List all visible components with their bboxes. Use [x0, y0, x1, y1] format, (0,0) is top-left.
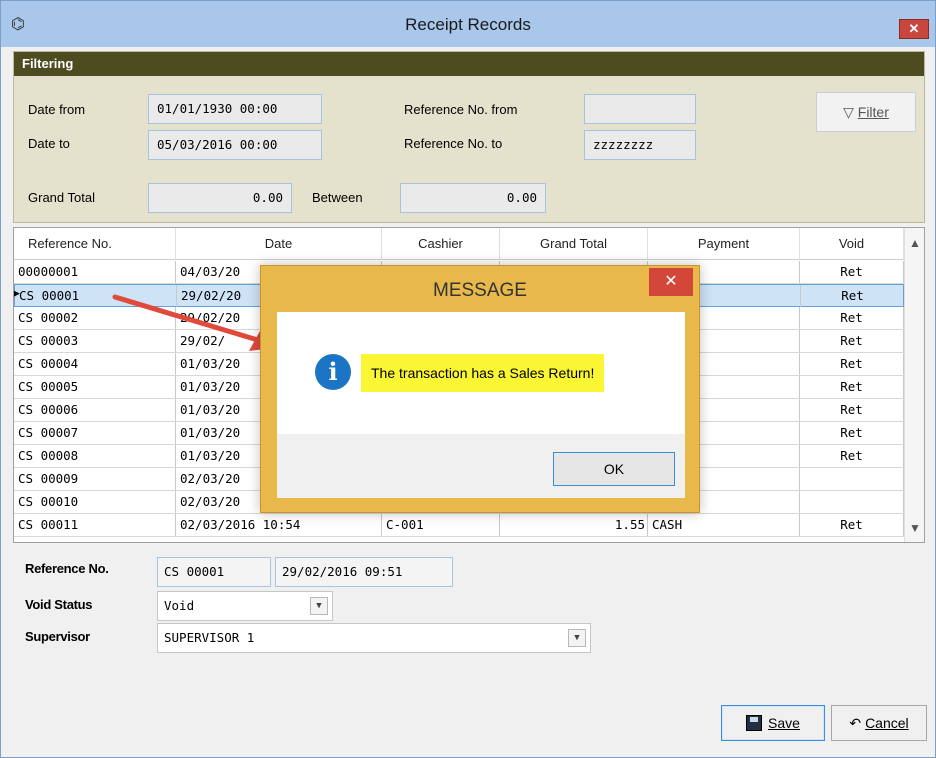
cell-ref: CS 00008 — [14, 445, 176, 467]
grand-total-label: Grand Total — [28, 190, 95, 205]
save-button-label: Save — [768, 715, 800, 731]
cell-ref: 00000001 — [14, 261, 176, 283]
supervisor-select[interactable]: SUPERVISOR 1 ▼ — [157, 623, 591, 653]
filtering-panel: Filtering Date from 01/01/1930 00:00 Dat… — [13, 51, 925, 223]
cell-void: Ret — [800, 261, 904, 283]
cell-void — [800, 468, 904, 490]
cell-void: Ret — [800, 445, 904, 467]
cell-ref: CS 00005 — [14, 376, 176, 398]
dialog-close-button[interactable]: ✕ — [649, 268, 693, 296]
detail-ref-field: CS 00001 — [157, 557, 271, 587]
scroll-up-icon[interactable]: ▲ — [909, 236, 921, 250]
detail-date-field: 29/02/2016 09:51 — [275, 557, 453, 587]
cell-payment: CASH — [648, 514, 800, 536]
ref-to-label: Reference No. to — [404, 136, 503, 151]
between-label: Between — [312, 190, 363, 205]
void-status-value: Void — [164, 598, 195, 613]
cell-void: Ret — [800, 514, 904, 536]
cell-void: Ret — [800, 422, 904, 444]
window-close-button[interactable]: ✕ — [899, 19, 929, 39]
col-reference-no[interactable]: Reference No. — [14, 228, 176, 260]
grid-header: Reference No. Date Cashier Grand Total P… — [14, 228, 904, 260]
chevron-down-icon[interactable]: ▼ — [310, 597, 328, 615]
cell-cashier: C-001 — [382, 514, 500, 536]
cell-ref: CS 00010 — [14, 491, 176, 513]
supervisor-value: SUPERVISOR 1 — [164, 630, 255, 645]
filtering-header: Filtering — [14, 52, 924, 76]
window-title: Receipt Records — [405, 15, 531, 34]
cell-ref: CS 00006 — [14, 399, 176, 421]
message-dialog: MESSAGE ✕ i The transaction has a Sales … — [260, 265, 700, 513]
cell-void: Ret — [801, 285, 905, 307]
chevron-down-icon[interactable]: ▼ — [568, 629, 586, 647]
col-payment[interactable]: Payment — [648, 228, 800, 260]
cell-ref: CS 00011 — [14, 514, 176, 536]
cell-void: Ret — [800, 353, 904, 375]
cell-date: 02/03/2016 10:54 — [176, 514, 382, 536]
dialog-message: The transaction has a Sales Return! — [361, 354, 605, 392]
void-status-select[interactable]: Void ▼ — [157, 591, 333, 621]
detail-ref-label: Reference No. — [25, 561, 109, 576]
date-to-label: Date to — [28, 136, 70, 151]
dialog-footer: OK — [277, 434, 685, 498]
ref-to-input[interactable]: zzzzzzzz — [584, 130, 696, 160]
date-from-input[interactable]: 01/01/1930 00:00 — [148, 94, 322, 124]
cell-void: Ret — [800, 330, 904, 352]
dialog-body: i The transaction has a Sales Return! OK — [277, 312, 685, 498]
between-input[interactable]: 0.00 — [400, 183, 546, 213]
save-button[interactable]: Save — [721, 705, 825, 741]
info-icon: i — [315, 354, 351, 390]
supervisor-label: Supervisor — [25, 629, 90, 644]
col-cashier[interactable]: Cashier — [382, 228, 500, 260]
scroll-down-icon[interactable]: ▼ — [909, 521, 921, 535]
window-titlebar: ⌬ Receipt Records ✕ — [1, 1, 935, 47]
cell-ref: CS 00009 — [14, 468, 176, 490]
date-to-input[interactable]: 05/03/2016 00:00 — [148, 130, 322, 160]
ok-button[interactable]: OK — [553, 452, 675, 486]
filter-button-label: Filter — [857, 104, 889, 120]
cell-ref: CS 00007 — [14, 422, 176, 444]
cancel-button-label: Cancel — [865, 715, 909, 731]
funnel-icon: ▽ — [843, 104, 854, 120]
cell-void — [800, 491, 904, 513]
filter-button[interactable]: ▽ Filter — [816, 92, 916, 132]
void-status-label: Void Status — [25, 597, 93, 612]
grid-scrollbar[interactable]: ▲ ▼ — [904, 228, 924, 542]
col-void[interactable]: Void — [800, 228, 904, 260]
ref-from-input[interactable] — [584, 94, 696, 124]
col-date[interactable]: Date — [176, 228, 382, 260]
floppy-disk-icon — [746, 715, 763, 731]
cell-void: Ret — [800, 399, 904, 421]
cancel-button[interactable]: ↶ Cancel — [831, 705, 927, 741]
table-row[interactable]: CS 00011 02/03/2016 10:54 C-001 1.55 CASH Ret — [14, 514, 904, 537]
cell-total: 1.55 — [500, 514, 648, 536]
col-grand-total[interactable]: Grand Total — [500, 228, 648, 260]
cell-void: Ret — [800, 376, 904, 398]
date-from-label: Date from — [28, 102, 86, 117]
undo-arrow-icon: ↶ — [849, 715, 862, 731]
dialog-title: MESSAGE — [433, 280, 527, 301]
receipt-records-window: ⌬ Receipt Records ✕ Filtering Date from … — [0, 0, 936, 758]
cell-void: Ret — [800, 307, 904, 329]
ref-from-label: Reference No. from — [404, 102, 518, 117]
grand-total-input[interactable]: 0.00 — [148, 183, 292, 213]
